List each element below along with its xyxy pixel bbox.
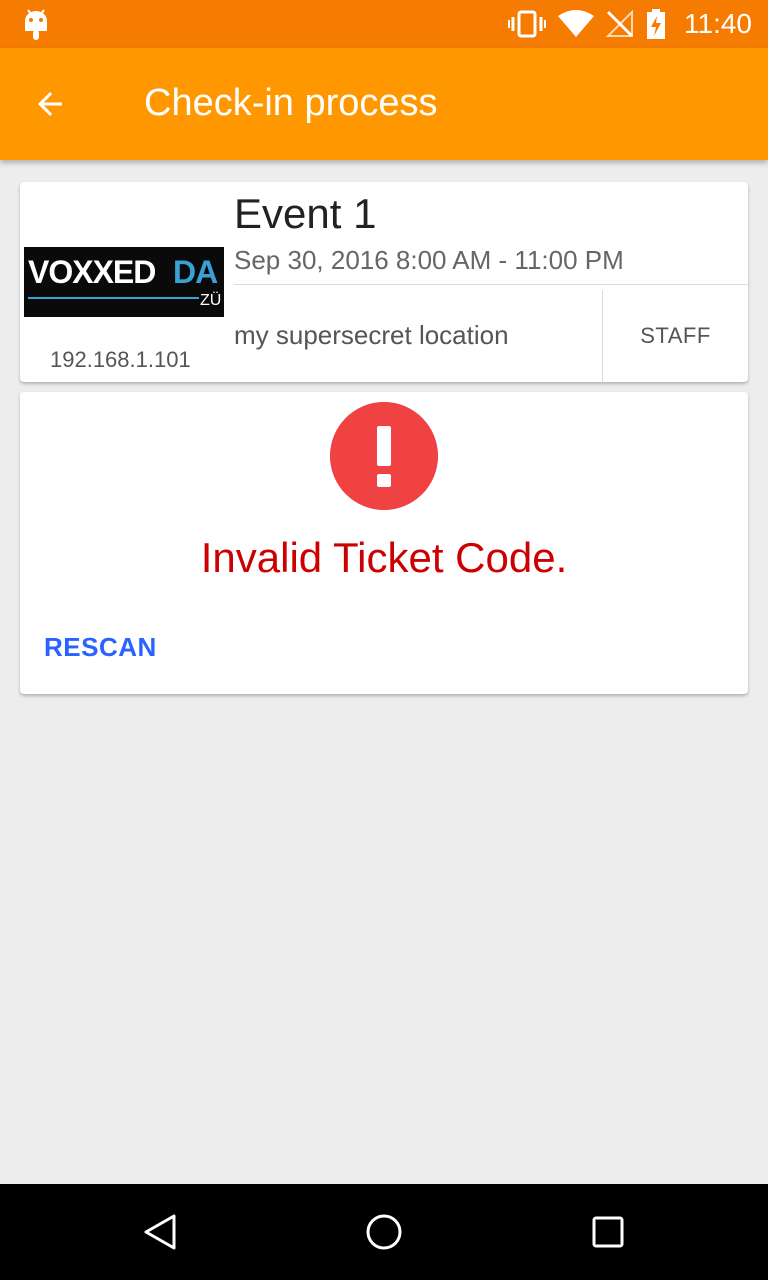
clock: 11:40 bbox=[684, 8, 752, 39]
divider bbox=[234, 284, 748, 285]
no-sim-icon bbox=[606, 10, 634, 38]
home-circle-icon bbox=[366, 1214, 402, 1250]
back-triangle-icon bbox=[144, 1214, 176, 1250]
error-message: Invalid Ticket Code. bbox=[200, 534, 568, 581]
nav-back-button[interactable] bbox=[136, 1208, 184, 1256]
android-notification-icon bbox=[25, 9, 47, 40]
navigation-bar bbox=[0, 1184, 768, 1280]
page-title: Check-in process bbox=[144, 82, 438, 124]
server-ip: 192.168.1.101 bbox=[50, 347, 191, 372]
recents-square-icon bbox=[592, 1216, 624, 1248]
rescan-button[interactable]: RESCAN bbox=[44, 632, 157, 663]
staff-button[interactable]: STAFF bbox=[603, 290, 748, 382]
status-bar: 11:40 bbox=[0, 0, 768, 48]
result-card: Invalid Ticket Code. RESCAN bbox=[20, 392, 748, 694]
error-icon bbox=[330, 402, 438, 510]
event-card: VOXXED DA ZÜ 192.168.1.101 Event 1 Sep 3… bbox=[20, 182, 748, 382]
voxxed-logo: VOXXED DA ZÜ bbox=[28, 254, 221, 309]
event-date: Sep 30, 2016 8:00 AM - 11:00 PM bbox=[234, 245, 624, 275]
nav-home-button[interactable] bbox=[360, 1208, 408, 1256]
arrow-back-icon bbox=[38, 92, 62, 116]
event-location: my supersecret location bbox=[234, 320, 509, 350]
event-title: Event 1 bbox=[234, 190, 377, 237]
nav-recents-button[interactable] bbox=[584, 1208, 632, 1256]
event-logo: VOXXED DA ZÜ bbox=[24, 247, 224, 317]
svg-text:ZÜ: ZÜ bbox=[200, 291, 221, 309]
wifi-icon bbox=[558, 10, 594, 37]
battery-charging-icon bbox=[647, 9, 665, 39]
svg-text:VOXXED: VOXXED bbox=[28, 254, 155, 290]
svg-text:DA: DA bbox=[173, 254, 218, 290]
back-button[interactable] bbox=[22, 76, 78, 132]
vibrate-icon bbox=[508, 10, 546, 38]
app-bar: Check-in process bbox=[0, 48, 768, 160]
